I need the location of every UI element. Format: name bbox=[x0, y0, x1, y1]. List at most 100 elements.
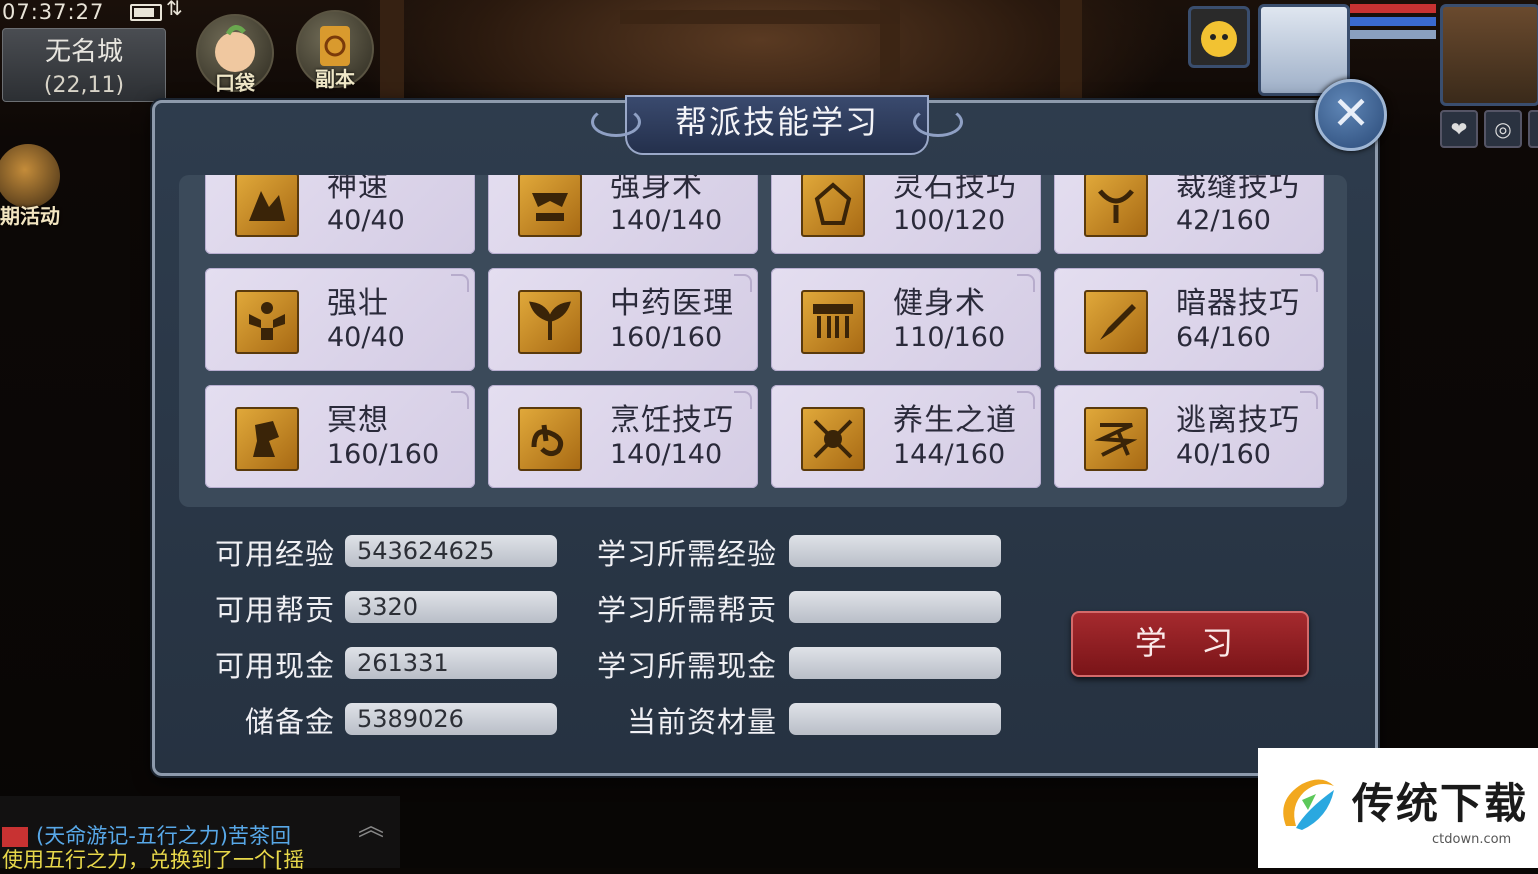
signal-icon: ⇅ bbox=[166, 0, 183, 20]
skill-name: 强壮 bbox=[327, 286, 389, 321]
available-exp-label: 可用经验 bbox=[214, 537, 335, 571]
skill-card[interactable]: 暗器技巧 64/160 bbox=[1054, 268, 1324, 371]
available-contribution-value: 3320 bbox=[345, 591, 557, 623]
exp-bar bbox=[1350, 30, 1436, 39]
skill-level: 40/40 bbox=[327, 205, 405, 236]
cat-icon bbox=[1201, 21, 1237, 57]
watermark: 传统下载 ctdown.com bbox=[1258, 748, 1538, 868]
chat-collapse-icon[interactable]: ︽ bbox=[358, 806, 384, 843]
title-plate: 帮派技能学习 bbox=[591, 95, 963, 155]
skill-level: 40/160 bbox=[1176, 439, 1271, 470]
skill-level: 140/140 bbox=[610, 205, 723, 236]
map-name: 无名城 bbox=[44, 37, 123, 67]
skill-card[interactable]: 养生之道 144/160 bbox=[771, 385, 1041, 488]
skill-name: 强身术 bbox=[610, 175, 703, 204]
strong-icon bbox=[235, 290, 299, 354]
watermark-logo-icon bbox=[1283, 779, 1334, 830]
hidden-weapon-icon bbox=[1084, 290, 1148, 354]
skill-name: 养生之道 bbox=[893, 403, 1017, 438]
learn-button[interactable]: 学 习 bbox=[1071, 611, 1309, 677]
reserve-gold-label: 储备金 bbox=[244, 705, 335, 739]
pillar bbox=[1060, 0, 1082, 100]
skill-card[interactable]: 神速 40/40 bbox=[205, 175, 475, 254]
skill-name: 健身术 bbox=[893, 286, 986, 321]
minimap-button[interactable]: 无名城 (22,11) bbox=[2, 28, 166, 102]
skill-name: 灵石技巧 bbox=[893, 175, 1017, 204]
required-exp-label: 学习所需经验 bbox=[596, 537, 777, 571]
pet-ball-icon[interactable]: ◎ bbox=[1484, 110, 1522, 148]
extra-icon[interactable] bbox=[1528, 110, 1538, 148]
guild-skill-dialog: 帮派技能学习 ✕ 神速 40/40 强身术 140/140 灵石技巧 100/1… bbox=[152, 79, 1387, 776]
status-bars bbox=[1350, 4, 1436, 48]
required-exp-value bbox=[789, 535, 1001, 567]
escape-icon bbox=[1084, 407, 1148, 471]
skill-level: 160/160 bbox=[610, 322, 723, 353]
fitness-icon bbox=[801, 290, 865, 354]
pillar bbox=[380, 0, 404, 100]
skill-name: 逃离技巧 bbox=[1176, 403, 1300, 438]
dungeon-label: 副本 bbox=[315, 67, 355, 91]
roof-beam bbox=[620, 10, 900, 24]
current-materials-value bbox=[789, 703, 1001, 735]
watermark-text: 传统下载 bbox=[1352, 779, 1529, 828]
skill-name: 裁缝技巧 bbox=[1176, 175, 1300, 204]
pillar bbox=[880, 0, 900, 100]
skill-card[interactable]: 灵石技巧 100/120 bbox=[771, 175, 1041, 254]
required-contribution-value bbox=[789, 591, 1001, 623]
pocket-label: 口袋 bbox=[215, 71, 255, 95]
skill-name: 暗器技巧 bbox=[1176, 286, 1300, 321]
skill-level: 40/40 bbox=[327, 322, 405, 353]
spirit-stone-icon bbox=[801, 175, 865, 237]
required-cash-label: 学习所需现金 bbox=[596, 649, 777, 683]
activity-label[interactable]: 期活动 bbox=[0, 200, 60, 229]
watermark-url: ctdown.com bbox=[1432, 832, 1512, 847]
chat-message: 使用五行之力，兑换到了一个[摇 bbox=[2, 848, 305, 872]
mp-bar bbox=[1350, 17, 1436, 26]
chat-panel[interactable]: (天命游记-五行之力)苦茶回 使用五行之力，兑换到了一个[摇 bbox=[0, 796, 400, 872]
available-exp-value: 543624625 bbox=[345, 535, 557, 567]
reserve-gold-value: 5389026 bbox=[345, 703, 557, 735]
skill-level: 110/160 bbox=[893, 322, 1006, 353]
skill-level: 144/160 bbox=[893, 439, 1006, 470]
herbal-medicine-icon bbox=[518, 290, 582, 354]
skill-card[interactable]: 健身术 110/160 bbox=[771, 268, 1041, 371]
skill-level: 42/160 bbox=[1176, 205, 1271, 236]
required-cash-value bbox=[789, 647, 1001, 679]
required-contribution-label: 学习所需帮贡 bbox=[596, 593, 777, 627]
skill-level: 140/140 bbox=[610, 439, 723, 470]
cooking-icon bbox=[518, 407, 582, 471]
skill-card[interactable]: 强壮 40/40 bbox=[205, 268, 475, 371]
tailoring-icon bbox=[1084, 175, 1148, 237]
skill-card[interactable]: 强身术 140/140 bbox=[488, 175, 758, 254]
available-cash-value: 261331 bbox=[345, 647, 557, 679]
dialog-title: 帮派技能学习 bbox=[674, 103, 879, 141]
skill-level: 160/160 bbox=[327, 439, 440, 470]
body-strength-icon bbox=[518, 175, 582, 237]
dungeon-button[interactable]: 副本 bbox=[296, 10, 374, 91]
skill-card[interactable]: 烹饪技巧 140/140 bbox=[488, 385, 758, 488]
skill-card[interactable]: 逃离技巧 40/160 bbox=[1054, 385, 1324, 488]
available-contribution-label: 可用帮贡 bbox=[214, 593, 335, 627]
pocket-button[interactable]: 口袋 bbox=[196, 14, 274, 95]
clock: 07:37:27 bbox=[2, 0, 105, 24]
player-avatar[interactable] bbox=[1440, 4, 1538, 106]
close-icon[interactable]: ✕ bbox=[1315, 79, 1387, 151]
available-cash-label: 可用现金 bbox=[214, 649, 335, 683]
skill-level: 100/120 bbox=[893, 205, 1006, 236]
skill-name: 烹饪技巧 bbox=[610, 403, 734, 438]
battery-icon bbox=[130, 4, 162, 21]
meditation-icon bbox=[235, 407, 299, 471]
skill-card[interactable]: 裁缝技巧 42/160 bbox=[1054, 175, 1324, 254]
speed-icon bbox=[235, 175, 299, 237]
hp-bar bbox=[1350, 4, 1436, 13]
health-preservation-icon bbox=[801, 407, 865, 471]
skill-card[interactable]: 冥想 160/160 bbox=[205, 385, 475, 488]
skill-list[interactable]: 神速 40/40 强身术 140/140 灵石技巧 100/120 裁缝技巧 4… bbox=[179, 175, 1347, 507]
skill-name: 中药医理 bbox=[610, 286, 734, 321]
skill-name: 冥想 bbox=[327, 403, 389, 438]
skill-card[interactable]: 中药医理 160/160 bbox=[488, 268, 758, 371]
heart-icon[interactable]: ❤ bbox=[1440, 110, 1478, 148]
pet-avatar[interactable] bbox=[1188, 6, 1250, 68]
skill-level: 64/160 bbox=[1176, 322, 1271, 353]
current-materials-label: 当前资材量 bbox=[626, 705, 777, 739]
